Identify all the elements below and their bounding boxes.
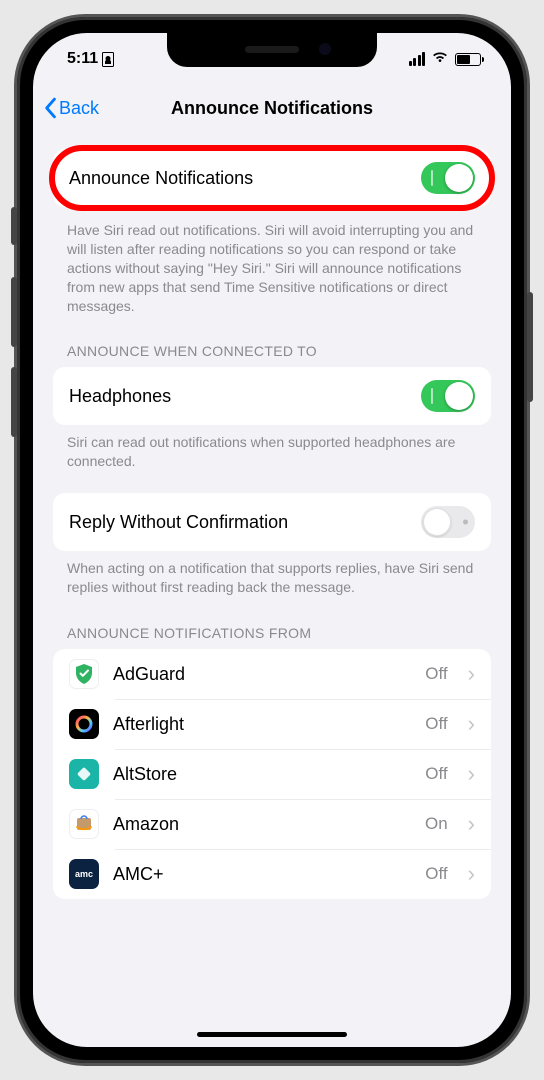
battery-icon bbox=[455, 53, 481, 66]
app-row-adguard[interactable]: AdGuard Off › bbox=[53, 649, 491, 699]
chevron-right-icon: › bbox=[468, 661, 475, 687]
app-name: Afterlight bbox=[113, 714, 411, 735]
app-state: Off bbox=[425, 764, 447, 784]
amazon-icon bbox=[69, 809, 99, 839]
chevron-right-icon: › bbox=[468, 711, 475, 737]
nav-bar: Back Announce Notifications bbox=[33, 85, 511, 131]
announce-notifications-row[interactable]: Announce Notifications bbox=[53, 149, 491, 207]
app-name: AdGuard bbox=[113, 664, 411, 685]
wifi-icon bbox=[431, 50, 449, 69]
reply-toggle[interactable] bbox=[421, 506, 475, 538]
announce-desc: Have Siri read out notifications. Siri w… bbox=[33, 213, 511, 315]
headphones-toggle[interactable] bbox=[421, 380, 475, 412]
screen: 5:11 Back Announce Notifications Announc… bbox=[33, 33, 511, 1047]
apps-header: ANNOUNCE NOTIFICATIONS FROM bbox=[33, 597, 511, 649]
chevron-right-icon: › bbox=[468, 861, 475, 887]
reply-label: Reply Without Confirmation bbox=[69, 512, 421, 533]
app-row-altstore[interactable]: AltStore Off › bbox=[53, 749, 491, 799]
status-time: 5:11 bbox=[67, 50, 98, 68]
back-label: Back bbox=[59, 98, 99, 119]
announce-label: Announce Notifications bbox=[69, 168, 421, 189]
app-state: Off bbox=[425, 664, 447, 684]
notch bbox=[167, 33, 377, 67]
headphones-row[interactable]: Headphones bbox=[53, 367, 491, 425]
cellular-icon bbox=[409, 52, 426, 66]
back-button[interactable]: Back bbox=[43, 97, 99, 119]
app-state: Off bbox=[425, 714, 447, 734]
app-row-afterlight[interactable]: Afterlight Off › bbox=[53, 699, 491, 749]
content-scroll[interactable]: Announce Notifications Have Siri read ou… bbox=[33, 131, 511, 1047]
connected-desc: Siri can read out notifications when sup… bbox=[33, 425, 511, 471]
app-row-amazon[interactable]: Amazon On › bbox=[53, 799, 491, 849]
headphones-label: Headphones bbox=[69, 386, 421, 407]
announce-toggle[interactable] bbox=[421, 162, 475, 194]
page-title: Announce Notifications bbox=[33, 98, 511, 119]
app-state: On bbox=[425, 814, 448, 834]
id-card-icon bbox=[102, 52, 114, 67]
connected-header: ANNOUNCE WHEN CONNECTED TO bbox=[33, 315, 511, 367]
apps-list: AdGuard Off › Afterlight Off › AltStore … bbox=[53, 649, 491, 899]
reply-desc: When acting on a notification that suppo… bbox=[33, 551, 511, 597]
app-name: Amazon bbox=[113, 814, 411, 835]
chevron-right-icon: › bbox=[468, 761, 475, 787]
home-indicator[interactable] bbox=[197, 1032, 347, 1037]
app-row-amc[interactable]: amc AMC+ Off › bbox=[53, 849, 491, 899]
altstore-icon bbox=[69, 759, 99, 789]
afterlight-icon bbox=[69, 709, 99, 739]
chevron-left-icon bbox=[43, 97, 57, 119]
amc-icon: amc bbox=[69, 859, 99, 889]
app-state: Off bbox=[425, 864, 447, 884]
chevron-right-icon: › bbox=[468, 811, 475, 837]
app-name: AltStore bbox=[113, 764, 411, 785]
adguard-icon bbox=[69, 659, 99, 689]
phone-frame: 5:11 Back Announce Notifications Announc… bbox=[17, 17, 527, 1063]
app-name: AMC+ bbox=[113, 864, 411, 885]
reply-without-confirmation-row[interactable]: Reply Without Confirmation bbox=[53, 493, 491, 551]
